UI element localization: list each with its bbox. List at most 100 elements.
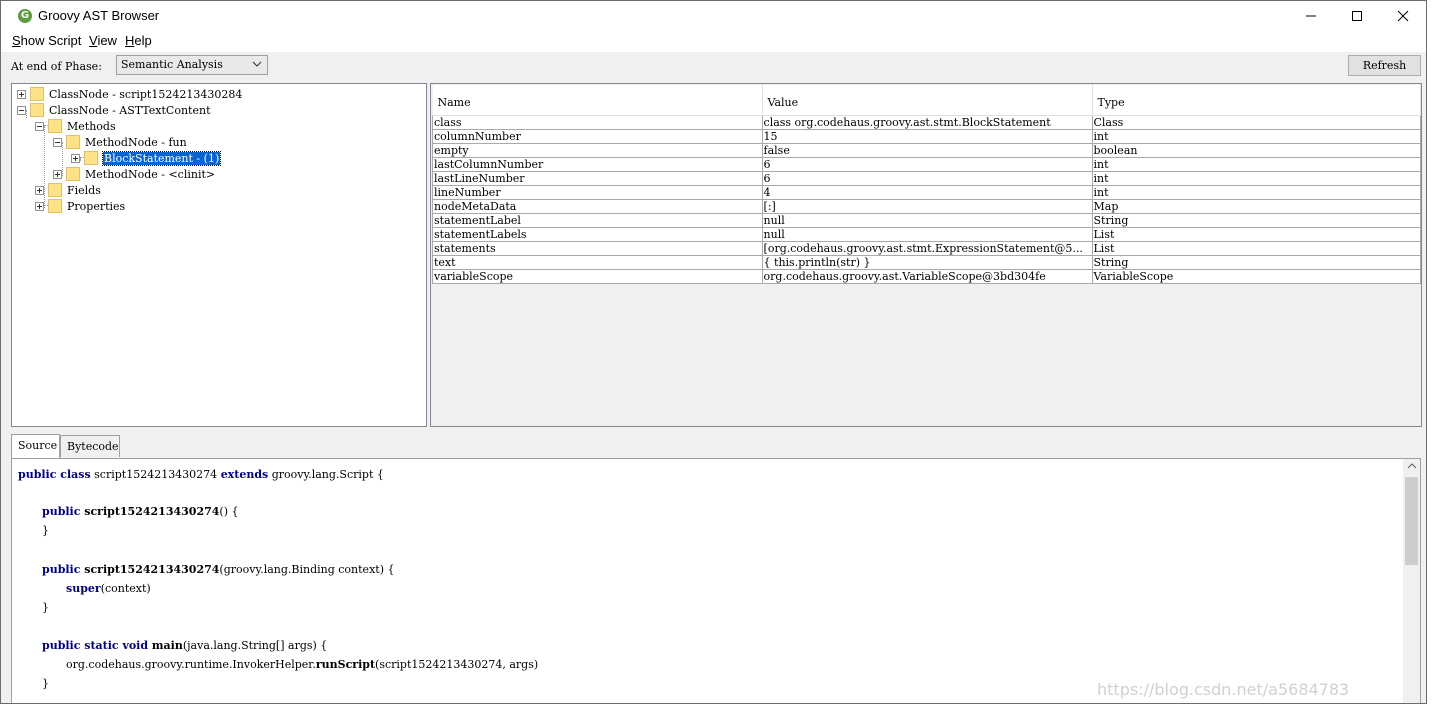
prop-type: String — [1091, 255, 1421, 270]
tree-node-label: MethodNode - fun — [85, 135, 187, 149]
table-row[interactable]: class class org.codehaus.groovy.ast.stmt.… — [432, 115, 1421, 130]
prop-name: statementLabels — [432, 227, 763, 242]
prop-value: [org.codehaus.groovy.ast.stmt.Expression… — [761, 241, 1093, 256]
tree-node-label: Properties — [67, 199, 126, 213]
column-header-name[interactable]: Name — [432, 85, 763, 116]
phase-label: At end of Phase: — [11, 60, 102, 73]
prop-type: int — [1091, 129, 1421, 144]
tab-source[interactable]: Source — [11, 434, 60, 458]
expand-icon[interactable] — [71, 153, 80, 163]
groovy-app-icon: G — [18, 9, 32, 23]
prop-value: 6 — [761, 171, 1093, 186]
table-row[interactable]: statementLabels null List — [432, 227, 1421, 242]
tree-node-properties[interactable]: Properties — [35, 198, 125, 214]
table-row[interactable]: lastLineNumber 6 int — [432, 171, 1421, 186]
menu-help[interactable]: Help — [125, 33, 152, 48]
window-title: Groovy AST Browser — [38, 8, 160, 23]
minimize-button[interactable] — [1288, 1, 1334, 31]
table-row[interactable]: text{ this.println(str) } String — [432, 255, 1421, 270]
prop-type: VariableScope — [1091, 269, 1421, 284]
table-row[interactable]: empty false boolean — [432, 143, 1421, 158]
title-bar: G Groovy AST Browser — [1, 1, 1426, 31]
tree-node-blockstatement[interactable]: BlockStatement - (1) — [71, 150, 222, 166]
prop-type: boolean — [1091, 143, 1421, 158]
tree-node-label: Methods — [67, 119, 116, 133]
expand-icon[interactable] — [53, 169, 62, 179]
source-code-view[interactable]: public class script1524213430274 extends… — [11, 458, 1421, 703]
prop-name: statements — [432, 241, 763, 256]
tree-node-class-script[interactable]: ClassNode - script1524213430284 — [17, 86, 242, 102]
code-line: org.codehaus.groovy.runtime.InvokerHelpe… — [66, 658, 539, 671]
collapse-icon[interactable] — [17, 105, 26, 115]
prop-type: Class — [1091, 115, 1421, 130]
folder-icon — [48, 183, 62, 197]
phase-dropdown[interactable]: Semantic Analysis — [116, 55, 268, 75]
folder-icon — [48, 199, 62, 213]
chevron-down-icon — [252, 61, 262, 67]
table-row[interactable]: lineNumber 4 int — [432, 185, 1421, 200]
prop-type: List — [1091, 227, 1421, 242]
toolbar: At end of Phase: Semantic Analysis Refre… — [1, 52, 1426, 82]
code-line: } — [42, 601, 49, 614]
prop-type: int — [1091, 157, 1421, 172]
tree-node-label: ClassNode - ASTTextContent — [49, 103, 211, 117]
prop-name: statementLabel — [432, 213, 763, 228]
prop-type: int — [1091, 185, 1421, 200]
table-row[interactable]: statements [org.codehaus.groovy.ast.stmt.… — [432, 241, 1421, 256]
prop-value: 4 — [761, 185, 1093, 200]
code-line: public script1524213430274(groovy.lang.B… — [42, 563, 395, 576]
ast-tree[interactable]: ClassNode - script1524213430284 ClassNod… — [11, 83, 427, 427]
expand-icon[interactable] — [17, 89, 26, 99]
menu-bar: Show Script View Help — [1, 31, 1426, 52]
prop-type: List — [1091, 241, 1421, 256]
prop-name: columnNumber — [432, 129, 763, 144]
prop-value: 15 — [761, 129, 1093, 144]
folder-icon — [66, 135, 80, 149]
watermark: https://blog.csdn.net/a5684783 — [1097, 680, 1350, 699]
column-header-type[interactable]: Type — [1092, 85, 1421, 116]
tree-node-methods[interactable]: Methods — [35, 118, 116, 134]
prop-type: Map — [1091, 199, 1421, 214]
expand-icon[interactable] — [35, 185, 44, 195]
expand-icon[interactable] — [35, 201, 44, 211]
collapse-icon[interactable] — [53, 137, 62, 147]
folder-icon — [66, 167, 80, 181]
menu-show-script[interactable]: Show Script — [12, 33, 81, 48]
maximize-button[interactable] — [1334, 1, 1380, 31]
prop-name: empty — [432, 143, 763, 158]
scroll-up-arrow-icon[interactable] — [1407, 463, 1417, 469]
maximize-icon — [1352, 11, 1362, 21]
vertical-scrollbar[interactable] — [1403, 459, 1420, 703]
main-window: G Groovy AST Browser Show Script View He… — [0, 0, 1427, 704]
prop-value: null — [761, 213, 1093, 228]
table-row[interactable]: nodeMetaData [:] Map — [432, 199, 1421, 214]
prop-type: int — [1091, 171, 1421, 186]
prop-name: variableScope — [432, 269, 763, 284]
tree-node-class-asttextcontent[interactable]: ClassNode - ASTTextContent — [17, 102, 211, 118]
code-line: } — [42, 677, 49, 690]
column-header-value[interactable]: Value — [762, 85, 1093, 116]
folder-icon — [48, 119, 62, 133]
code-line: super(context) — [66, 582, 151, 595]
code-line: public static void main(java.lang.String… — [42, 639, 328, 652]
properties-table[interactable]: Name Value Type class class org.codehaus.… — [432, 85, 1421, 284]
table-row[interactable]: columnNumber 15 int — [432, 129, 1421, 144]
code-line: } — [42, 524, 49, 537]
tree-node-method-fun[interactable]: MethodNode - fun — [53, 134, 187, 150]
collapse-icon[interactable] — [35, 121, 44, 131]
scrollbar-thumb[interactable] — [1405, 477, 1418, 565]
menu-view[interactable]: View — [89, 33, 117, 48]
prop-name: lastColumnNumber — [432, 157, 763, 172]
folder-icon — [84, 151, 98, 165]
tree-node-label: MethodNode - <clinit> — [85, 167, 216, 181]
minimize-icon — [1306, 15, 1316, 17]
tab-bytecode[interactable]: Bytecode — [60, 435, 120, 457]
refresh-button[interactable]: Refresh — [1348, 55, 1421, 76]
tree-node-method-clinit[interactable]: MethodNode - <clinit> — [53, 166, 215, 182]
prop-value: org.codehaus.groovy.ast.VariableScope@3b… — [761, 269, 1093, 284]
table-row[interactable]: statementLabel null String — [432, 213, 1421, 228]
table-row[interactable]: lastColumnNumber 6 int — [432, 157, 1421, 172]
close-button[interactable] — [1380, 1, 1426, 31]
table-row[interactable]: variableScope org.codehaus.groovy.ast.Var… — [432, 269, 1421, 284]
tree-node-fields[interactable]: Fields — [35, 182, 101, 198]
